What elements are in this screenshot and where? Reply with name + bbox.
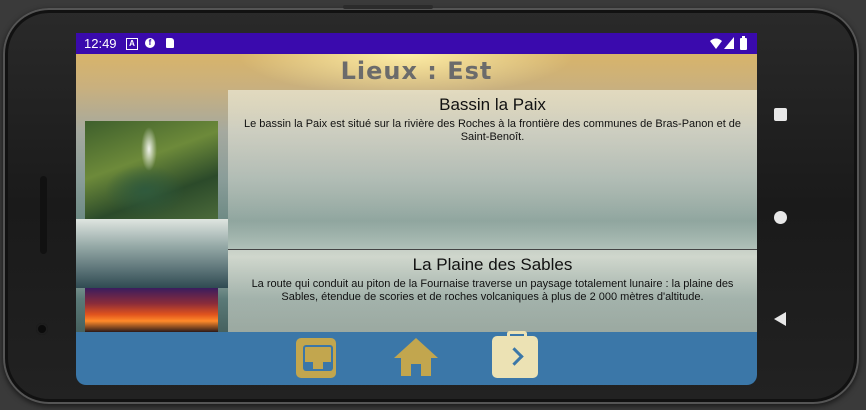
place-description: La route qui conduit au piton de la Four… — [251, 278, 734, 303]
wifi-icon — [710, 38, 722, 49]
sd-card-icon — [166, 38, 174, 48]
f-badge-icon: f — [145, 38, 155, 48]
speaker-grille — [40, 176, 47, 254]
front-camera — [36, 323, 48, 335]
place-title: La Plaine des Sables — [412, 255, 573, 274]
thumbnail-column — [76, 99, 228, 332]
places-list: Bassin la Paix Le bassin la Paix est sit… — [228, 90, 757, 332]
status-bar: 12:49 A f — [76, 33, 757, 54]
place-thumbnail-waterfall[interactable] — [85, 121, 218, 219]
place-card[interactable]: La Plaine des Sables La route qui condui… — [228, 250, 757, 332]
place-title: Bassin la Paix — [439, 95, 546, 114]
status-time: 12:49 — [84, 36, 117, 51]
device-screen: 12:49 A f Lieux : Est Bassin la Paix Le … — [76, 33, 757, 385]
wave-background — [76, 219, 228, 288]
home-icon[interactable] — [394, 338, 438, 378]
a-badge-icon: A — [126, 38, 138, 50]
page-title: Lieux : Est — [340, 57, 493, 85]
battery-icon — [740, 36, 747, 50]
app-background: Lieux : Est Bassin la Paix Le bassin la … — [76, 54, 757, 332]
signal-icon — [724, 37, 734, 49]
bottom-navigation — [76, 331, 757, 385]
place-card[interactable]: Bassin la Paix Le bassin la Paix est sit… — [228, 90, 757, 250]
place-thumbnail-sunset[interactable] — [85, 288, 218, 332]
home-circle-icon[interactable] — [774, 211, 787, 224]
volume-button — [343, 5, 433, 9]
recents-square-icon[interactable] — [774, 108, 787, 121]
back-triangle-icon[interactable] — [774, 312, 786, 326]
place-description: Le bassin la Paix est situé sur la riviè… — [243, 118, 742, 143]
briefcase-next-icon[interactable] — [492, 331, 538, 378]
inbox-icon[interactable] — [296, 338, 336, 378]
